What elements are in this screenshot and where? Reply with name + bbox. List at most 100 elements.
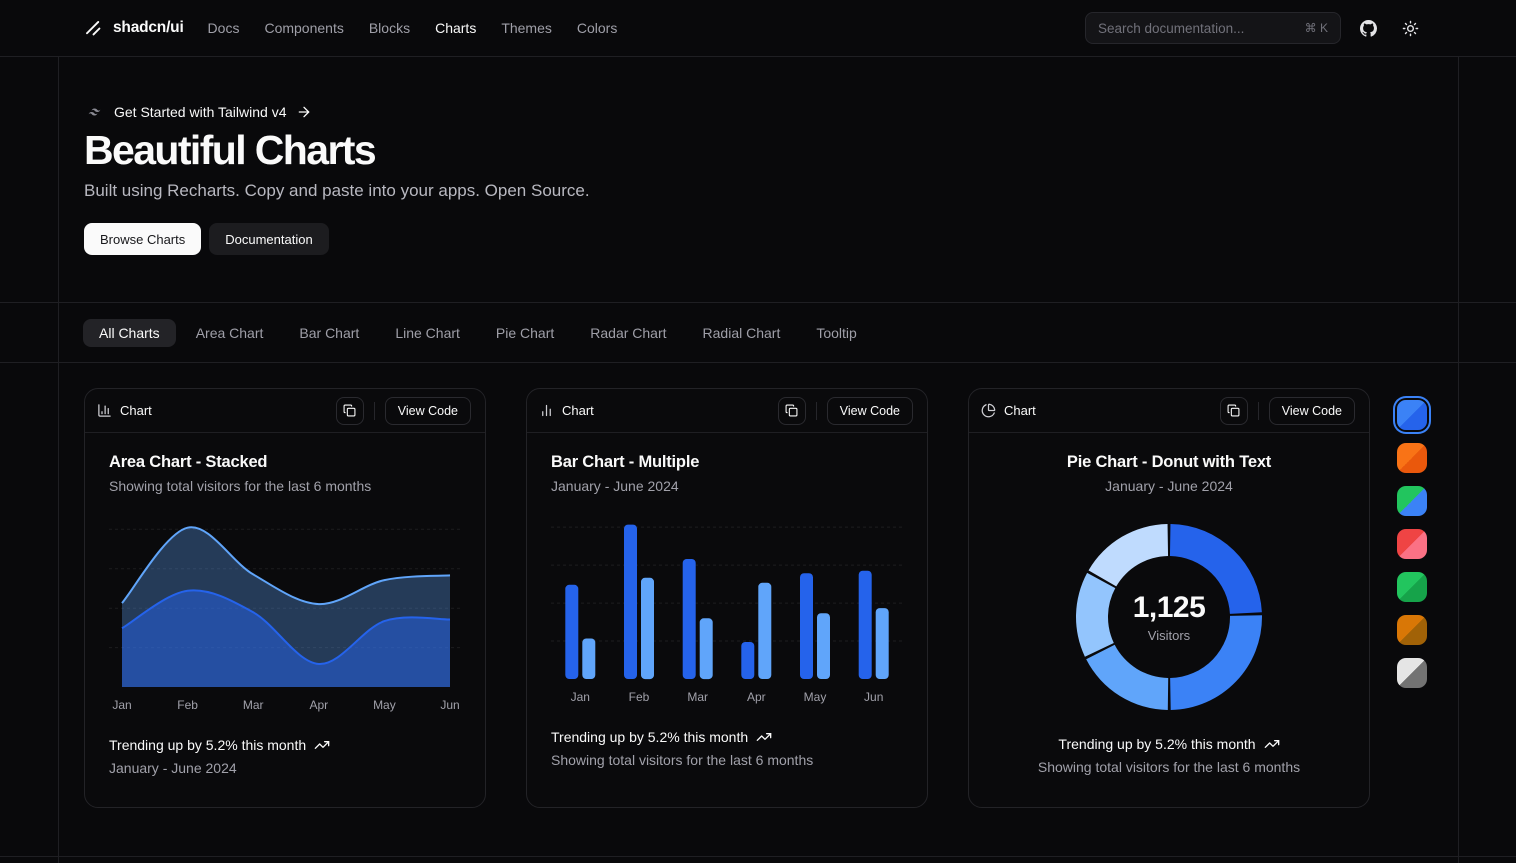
toolbar-chart-label: Chart xyxy=(1004,403,1036,418)
toolbar-chart-label: Chart xyxy=(562,403,594,418)
donut-chart-wrap: 1,125 Visitors xyxy=(1074,522,1264,712)
tab-area-chart[interactable]: Area Chart xyxy=(180,319,280,347)
toolbar-divider xyxy=(1258,402,1259,420)
browse-charts-button[interactable]: Browse Charts xyxy=(84,223,201,255)
donut-total-label: Visitors xyxy=(1148,628,1190,643)
tab-tooltip[interactable]: Tooltip xyxy=(800,319,872,347)
page-subtitle: Built using Recharts. Copy and paste int… xyxy=(84,181,1516,201)
announcement-text: Get Started with Tailwind v4 xyxy=(114,104,287,120)
theme-swatch-green-blue[interactable] xyxy=(1397,486,1427,516)
card-toolbar: Chart View Code xyxy=(969,389,1369,433)
chart-footer: Trending up by 5.2% this month Showing t… xyxy=(993,736,1345,775)
view-code-button[interactable]: View Code xyxy=(1269,397,1355,425)
svg-text:Apr: Apr xyxy=(747,690,766,704)
svg-text:Jan: Jan xyxy=(112,698,131,712)
svg-text:May: May xyxy=(804,690,827,704)
copy-icon xyxy=(785,404,798,417)
trending-up-icon xyxy=(756,729,772,745)
trend-text: Trending up by 5.2% this month xyxy=(1058,736,1255,752)
view-code-button[interactable]: View Code xyxy=(385,397,471,425)
hero-buttons: Browse Charts Documentation xyxy=(84,223,1516,255)
next-section-divider xyxy=(0,857,1516,863)
nav-item-docs[interactable]: Docs xyxy=(208,20,240,36)
tab-radar-chart[interactable]: Radar Chart xyxy=(574,319,682,347)
trend-text: Trending up by 5.2% this month xyxy=(551,729,748,745)
chart-column-icon xyxy=(97,403,112,418)
view-code-button[interactable]: View Code xyxy=(827,397,913,425)
bar-chart-icon xyxy=(539,403,554,418)
hero-section: Get Started with Tailwind v4 Beautiful C… xyxy=(0,57,1516,302)
toolbar-chart-label: Chart xyxy=(120,403,152,418)
pie-chart-icon xyxy=(981,403,996,418)
nav-item-charts[interactable]: Charts xyxy=(435,20,476,36)
charts-section: Chart View Code Area Chart - Stacked Sho… xyxy=(0,363,1516,857)
chart-description: January - June 2024 xyxy=(993,478,1345,494)
trending-up-icon xyxy=(314,737,330,753)
area-chart[interactable]: JanFebMarAprMayJun xyxy=(109,517,463,713)
donut-total-value: 1,125 xyxy=(1133,591,1206,625)
github-button[interactable] xyxy=(1353,13,1383,43)
theme-swatch-orange[interactable] xyxy=(1397,443,1427,473)
main-nav: Docs Components Blocks Charts Themes Col… xyxy=(208,20,618,36)
chart-title: Area Chart - Stacked xyxy=(109,453,461,472)
charts-grid: Chart View Code Area Chart - Stacked Sho… xyxy=(84,388,1516,808)
bar-chart[interactable]: JanFebMarAprMayJun xyxy=(551,517,903,705)
copy-code-button[interactable] xyxy=(778,397,806,425)
header-right: ⌘ K xyxy=(1085,12,1425,44)
area-chart-card: Chart View Code Area Chart - Stacked Sho… xyxy=(84,388,486,808)
nav-item-themes[interactable]: Themes xyxy=(501,20,552,36)
nav-item-blocks[interactable]: Blocks xyxy=(369,20,410,36)
sun-icon xyxy=(1402,20,1419,37)
copy-icon xyxy=(1227,404,1240,417)
svg-text:Apr: Apr xyxy=(309,698,328,712)
chart-category-tabs: All Charts Area Chart Bar Chart Line Cha… xyxy=(0,302,1516,363)
theme-toggle-button[interactable] xyxy=(1395,13,1425,43)
chart-description: January - June 2024 xyxy=(551,478,903,494)
copy-code-button[interactable] xyxy=(1220,397,1248,425)
svg-text:May: May xyxy=(373,698,396,712)
svg-text:Jun: Jun xyxy=(864,690,883,704)
chart-footer: Trending up by 5.2% this month Showing t… xyxy=(551,729,903,768)
footer-caption: Showing total visitors for the last 6 mo… xyxy=(551,752,903,768)
copy-code-button[interactable] xyxy=(336,397,364,425)
bar-chart-card: Chart View Code Bar Chart - Multiple Jan… xyxy=(526,388,928,808)
footer-caption: January - June 2024 xyxy=(109,760,461,776)
search-field[interactable] xyxy=(1098,21,1297,36)
header-left: shadcn/ui Docs Components Blocks Charts … xyxy=(84,19,617,38)
nav-item-components[interactable]: Components xyxy=(264,20,343,36)
tab-line-chart[interactable]: Line Chart xyxy=(379,319,476,347)
theme-picker xyxy=(1397,400,1427,688)
theme-swatch-amber[interactable] xyxy=(1397,615,1427,645)
nav-item-colors[interactable]: Colors xyxy=(577,20,617,36)
tab-radial-chart[interactable]: Radial Chart xyxy=(687,319,797,347)
brand-name: shadcn/ui xyxy=(113,19,184,37)
toolbar-divider xyxy=(374,402,375,420)
pie-chart-card: Chart View Code Pie Chart - Donut with T… xyxy=(968,388,1370,808)
tab-bar-chart[interactable]: Bar Chart xyxy=(283,319,375,347)
trending-up-icon xyxy=(1264,736,1280,752)
github-icon xyxy=(1360,20,1377,37)
tab-all-charts[interactable]: All Charts xyxy=(83,319,176,347)
tab-pie-chart[interactable]: Pie Chart xyxy=(480,319,570,347)
card-toolbar: Chart View Code xyxy=(527,389,927,433)
page-title: Beautiful Charts xyxy=(84,127,1516,174)
documentation-button[interactable]: Documentation xyxy=(209,223,328,255)
brand-link[interactable]: shadcn/ui xyxy=(84,19,184,38)
toolbar-divider xyxy=(816,402,817,420)
search-input[interactable]: ⌘ K xyxy=(1085,12,1341,44)
site-header: shadcn/ui Docs Components Blocks Charts … xyxy=(0,0,1516,57)
donut-center-text: 1,125 Visitors xyxy=(1074,522,1264,712)
tailwind-icon xyxy=(84,105,105,119)
svg-text:Jun: Jun xyxy=(440,698,459,712)
card-toolbar: Chart View Code xyxy=(85,389,485,433)
theme-swatch-mono[interactable] xyxy=(1397,658,1427,688)
theme-swatch-green[interactable] xyxy=(1397,572,1427,602)
svg-text:Mar: Mar xyxy=(687,690,708,704)
chart-title: Pie Chart - Donut with Text xyxy=(993,453,1345,472)
trend-text: Trending up by 5.2% this month xyxy=(109,737,306,753)
announcement-link[interactable]: Get Started with Tailwind v4 xyxy=(84,104,312,120)
shadcn-logo-icon xyxy=(84,19,103,38)
theme-swatch-blue[interactable] xyxy=(1397,400,1427,430)
svg-text:Jan: Jan xyxy=(571,690,590,704)
theme-swatch-red[interactable] xyxy=(1397,529,1427,559)
